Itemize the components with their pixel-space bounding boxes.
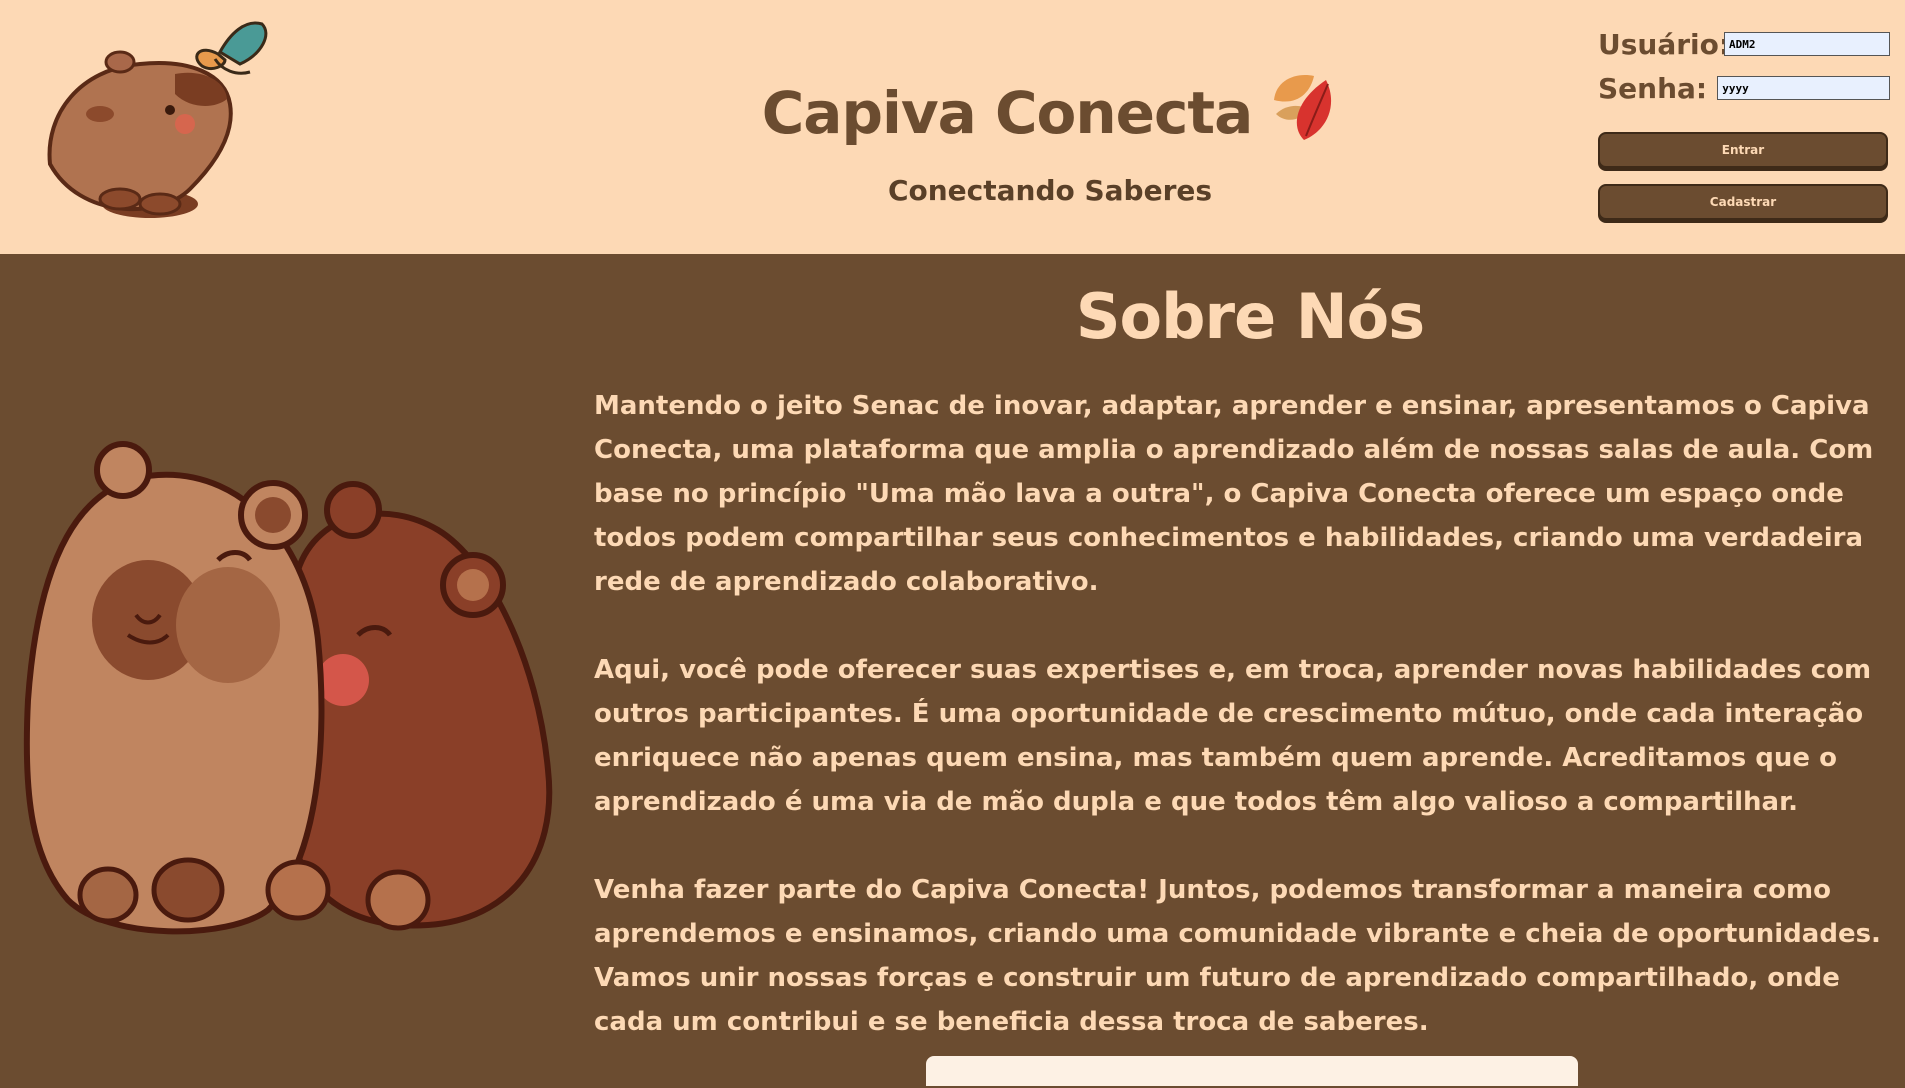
brand-subtitle: Conectando Saberes — [887, 174, 1213, 207]
login-form: Usuário: Senha: Entrar Cadastrar — [1598, 22, 1890, 220]
capybara-logo-icon[interactable] — [40, 14, 320, 234]
password-label: Senha: — [1598, 71, 1708, 105]
about-text: Mantendo o jeito Senac de inovar, adapta… — [594, 384, 1904, 1088]
brand-title-row: Capiva Conecta — [762, 70, 1339, 156]
username-input[interactable] — [1724, 32, 1890, 56]
brand-title: Capiva Conecta — [761, 79, 1254, 147]
bottom-panel — [926, 1056, 1578, 1086]
about-title: Sobre Nós — [1075, 280, 1425, 353]
brand-block: Capiva Conecta Conectando Saberes — [650, 70, 1450, 210]
username-label: Usuário: — [1598, 27, 1731, 61]
username-row: Usuário: — [1598, 22, 1890, 66]
password-input[interactable] — [1717, 76, 1890, 100]
site-header: Capiva Conecta Conectando Saberes Usuári… — [0, 0, 1905, 254]
password-row: Senha: — [1598, 66, 1890, 110]
autumn-leaves-icon — [1266, 70, 1338, 156]
register-button[interactable]: Cadastrar — [1598, 184, 1888, 220]
about-paragraph-2: Aqui, você pode oferecer suas expertises… — [594, 655, 1872, 817]
capybaras-hug-illustration — [18, 440, 558, 940]
about-paragraph-1: Mantendo o jeito Senac de inovar, adapta… — [594, 391, 1874, 597]
about-paragraph-3: Venha fazer parte do Capiva Conecta! Jun… — [594, 875, 1881, 1037]
enter-button[interactable]: Entrar — [1598, 132, 1888, 168]
